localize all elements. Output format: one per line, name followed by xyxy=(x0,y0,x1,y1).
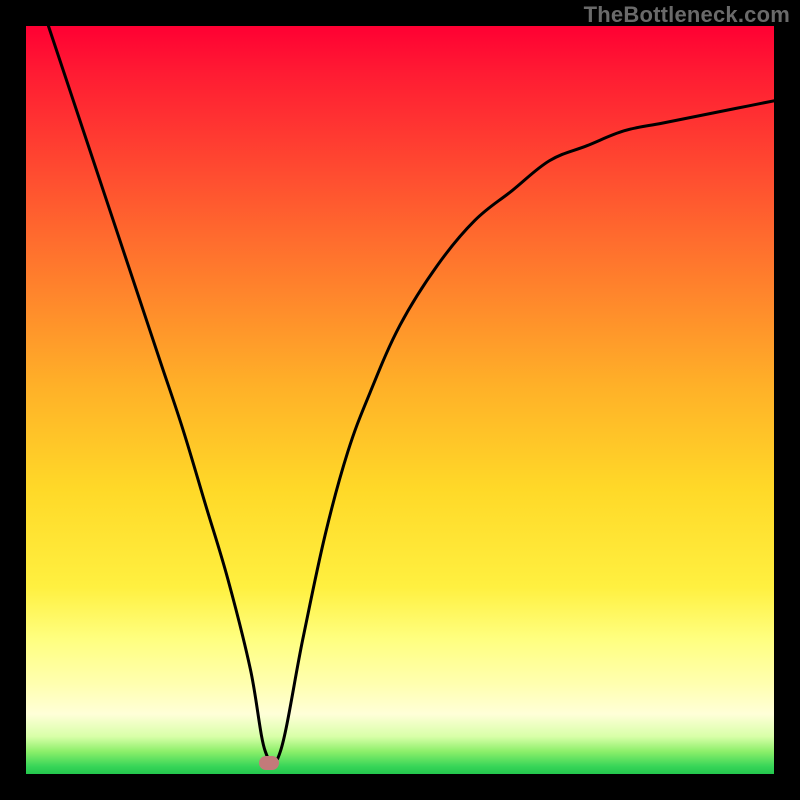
bottleneck-curve xyxy=(48,26,774,765)
watermark-label: TheBottleneck.com xyxy=(584,2,790,28)
minimum-marker xyxy=(259,756,279,770)
plot-area xyxy=(26,26,774,774)
chart-frame: TheBottleneck.com xyxy=(0,0,800,800)
curve-layer xyxy=(26,26,774,774)
